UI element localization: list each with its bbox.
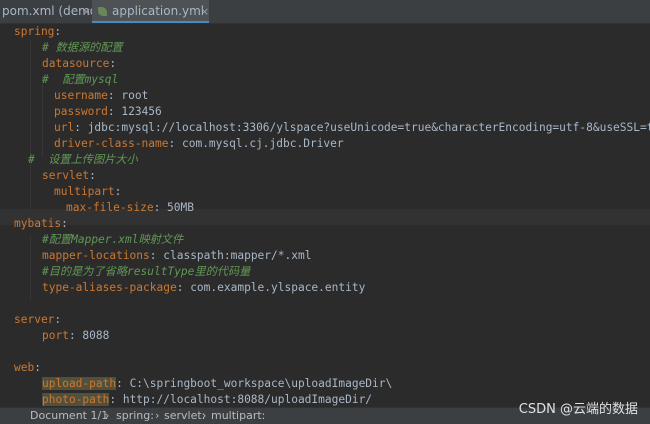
tab-pom-xml[interactable]: pom.xml (demo) × (0, 0, 102, 23)
document-indicator: Document 1/1 (30, 409, 109, 422)
yaml-comment: # 设置上传图片大小 (28, 153, 138, 166)
yaml-key: url (54, 121, 75, 134)
yaml-comment: #目的是为了省略resultType里的代码量 (42, 265, 251, 278)
yaml-key: datasource (42, 57, 110, 70)
code-line: servlet: (42, 168, 96, 184)
yaml-key: max-file-size (66, 201, 154, 214)
yaml-key: servlet (42, 169, 90, 182)
code-line: password: 123456 (54, 104, 162, 120)
code-line: url: jdbc:mysql://localhost:3306/ylspace… (54, 120, 650, 136)
yaml-key: web (14, 361, 35, 374)
code-line: type-aliases-package: com.example.ylspac… (42, 280, 365, 296)
breadcrumb-multipart[interactable]: multipart: (211, 408, 265, 424)
yaml-key: mybatis (14, 217, 62, 230)
yaml-value: : C:\springboot_workspace\uploadImageDir… (116, 377, 393, 390)
yaml-value: : (109, 57, 117, 70)
yaml-value: : (54, 313, 62, 326)
code-line: #配置Mapper.xml映射文件 (42, 232, 183, 248)
yaml-key: driver-class-name (54, 137, 169, 150)
yaml-value: : (54, 25, 62, 38)
yaml-value: : 123456 (107, 105, 162, 118)
indent-guide (30, 236, 31, 300)
code-line: username: root (54, 88, 148, 104)
code-line: # 设置上传图片大小 (28, 152, 138, 168)
code-line: datasource: (42, 56, 116, 72)
editor-tab-bar: pom.xml (demo) × application.yml × (0, 0, 650, 24)
yaml-comment: # 配置mysql (42, 73, 119, 86)
yaml-key: port (42, 329, 69, 342)
yaml-key: multipart (54, 185, 115, 198)
yaml-key: upload-path (42, 377, 117, 390)
indent-guide (42, 76, 43, 156)
code-line: port: 8088 (42, 328, 109, 344)
yaml-value: : (89, 169, 96, 182)
breadcrumb-spring[interactable]: spring: (116, 408, 154, 424)
csdn-watermark: CSDN @云端的数据 (518, 402, 638, 417)
indent-guide (30, 40, 31, 220)
yaml-value: : 8088 (68, 329, 110, 342)
yaml-value: : 50MB (153, 201, 194, 214)
code-line: # 配置mysql (42, 72, 118, 88)
code-editor[interactable]: spring: # 数据源的配置 datasource: # 配置mysql usern… (0, 24, 650, 407)
yaml-value: : com.example.ylspace.entity (176, 281, 366, 294)
code-line: multipart: (54, 184, 121, 200)
code-line: # 数据源的配置 (42, 40, 123, 56)
code-line: server: (14, 312, 61, 328)
yaml-value: : classpath:mapper/*.xml (149, 249, 312, 262)
code-line: photo-path: http://localhost:8088/upload… (42, 392, 372, 407)
yaml-key: type-aliases-package (42, 281, 177, 294)
breadcrumb-servlet[interactable]: servlet: (164, 408, 205, 424)
yaml-comment: #配置Mapper.xml映射文件 (42, 233, 184, 246)
yaml-value: : com.mysql.cj.jdbc.Driver (168, 137, 344, 150)
yaml-value: : (114, 185, 122, 198)
breadcrumb-separator: › (105, 409, 110, 422)
code-line: mapper-locations: classpath:mapper/*.xml (42, 248, 311, 264)
breadcrumb-separator: › (155, 409, 160, 422)
code-line: driver-class-name: com.mysql.cj.jdbc.Dri… (54, 136, 344, 152)
yaml-value: : jdbc:mysql://localhost:3306/ylspace?us… (74, 121, 650, 134)
yaml-value: : root (107, 89, 149, 102)
yaml-value: : (34, 361, 41, 374)
yaml-key: password (54, 105, 108, 118)
code-line: mybatis: (14, 216, 68, 232)
breadcrumb-separator: › (202, 409, 207, 422)
yaml-value: : http://localhost:8088/uploadImageDir/ (109, 393, 373, 406)
spring-leaf-icon (98, 7, 107, 16)
yaml-key: username (54, 89, 108, 102)
yaml-value: : (61, 217, 68, 230)
yaml-key: photo-path (42, 393, 110, 406)
yaml-key: server (14, 313, 55, 326)
code-line: spring: (14, 24, 61, 40)
tab-application-yml[interactable]: application.yml × (92, 0, 209, 23)
yaml-key: spring (14, 25, 55, 38)
code-line: #目的是为了省略resultType里的代码量 (42, 264, 250, 280)
code-line: max-file-size: 50MB (66, 200, 194, 216)
code-line: web: (14, 360, 41, 376)
yaml-key: mapper-locations (42, 249, 150, 262)
yaml-comment: # 数据源的配置 (42, 41, 123, 54)
close-icon[interactable]: × (82, 0, 91, 23)
tab-label: application.yml (112, 4, 205, 18)
close-icon[interactable]: × (200, 0, 209, 23)
code-line: upload-path: C:\springboot_workspace\upl… (42, 376, 392, 392)
